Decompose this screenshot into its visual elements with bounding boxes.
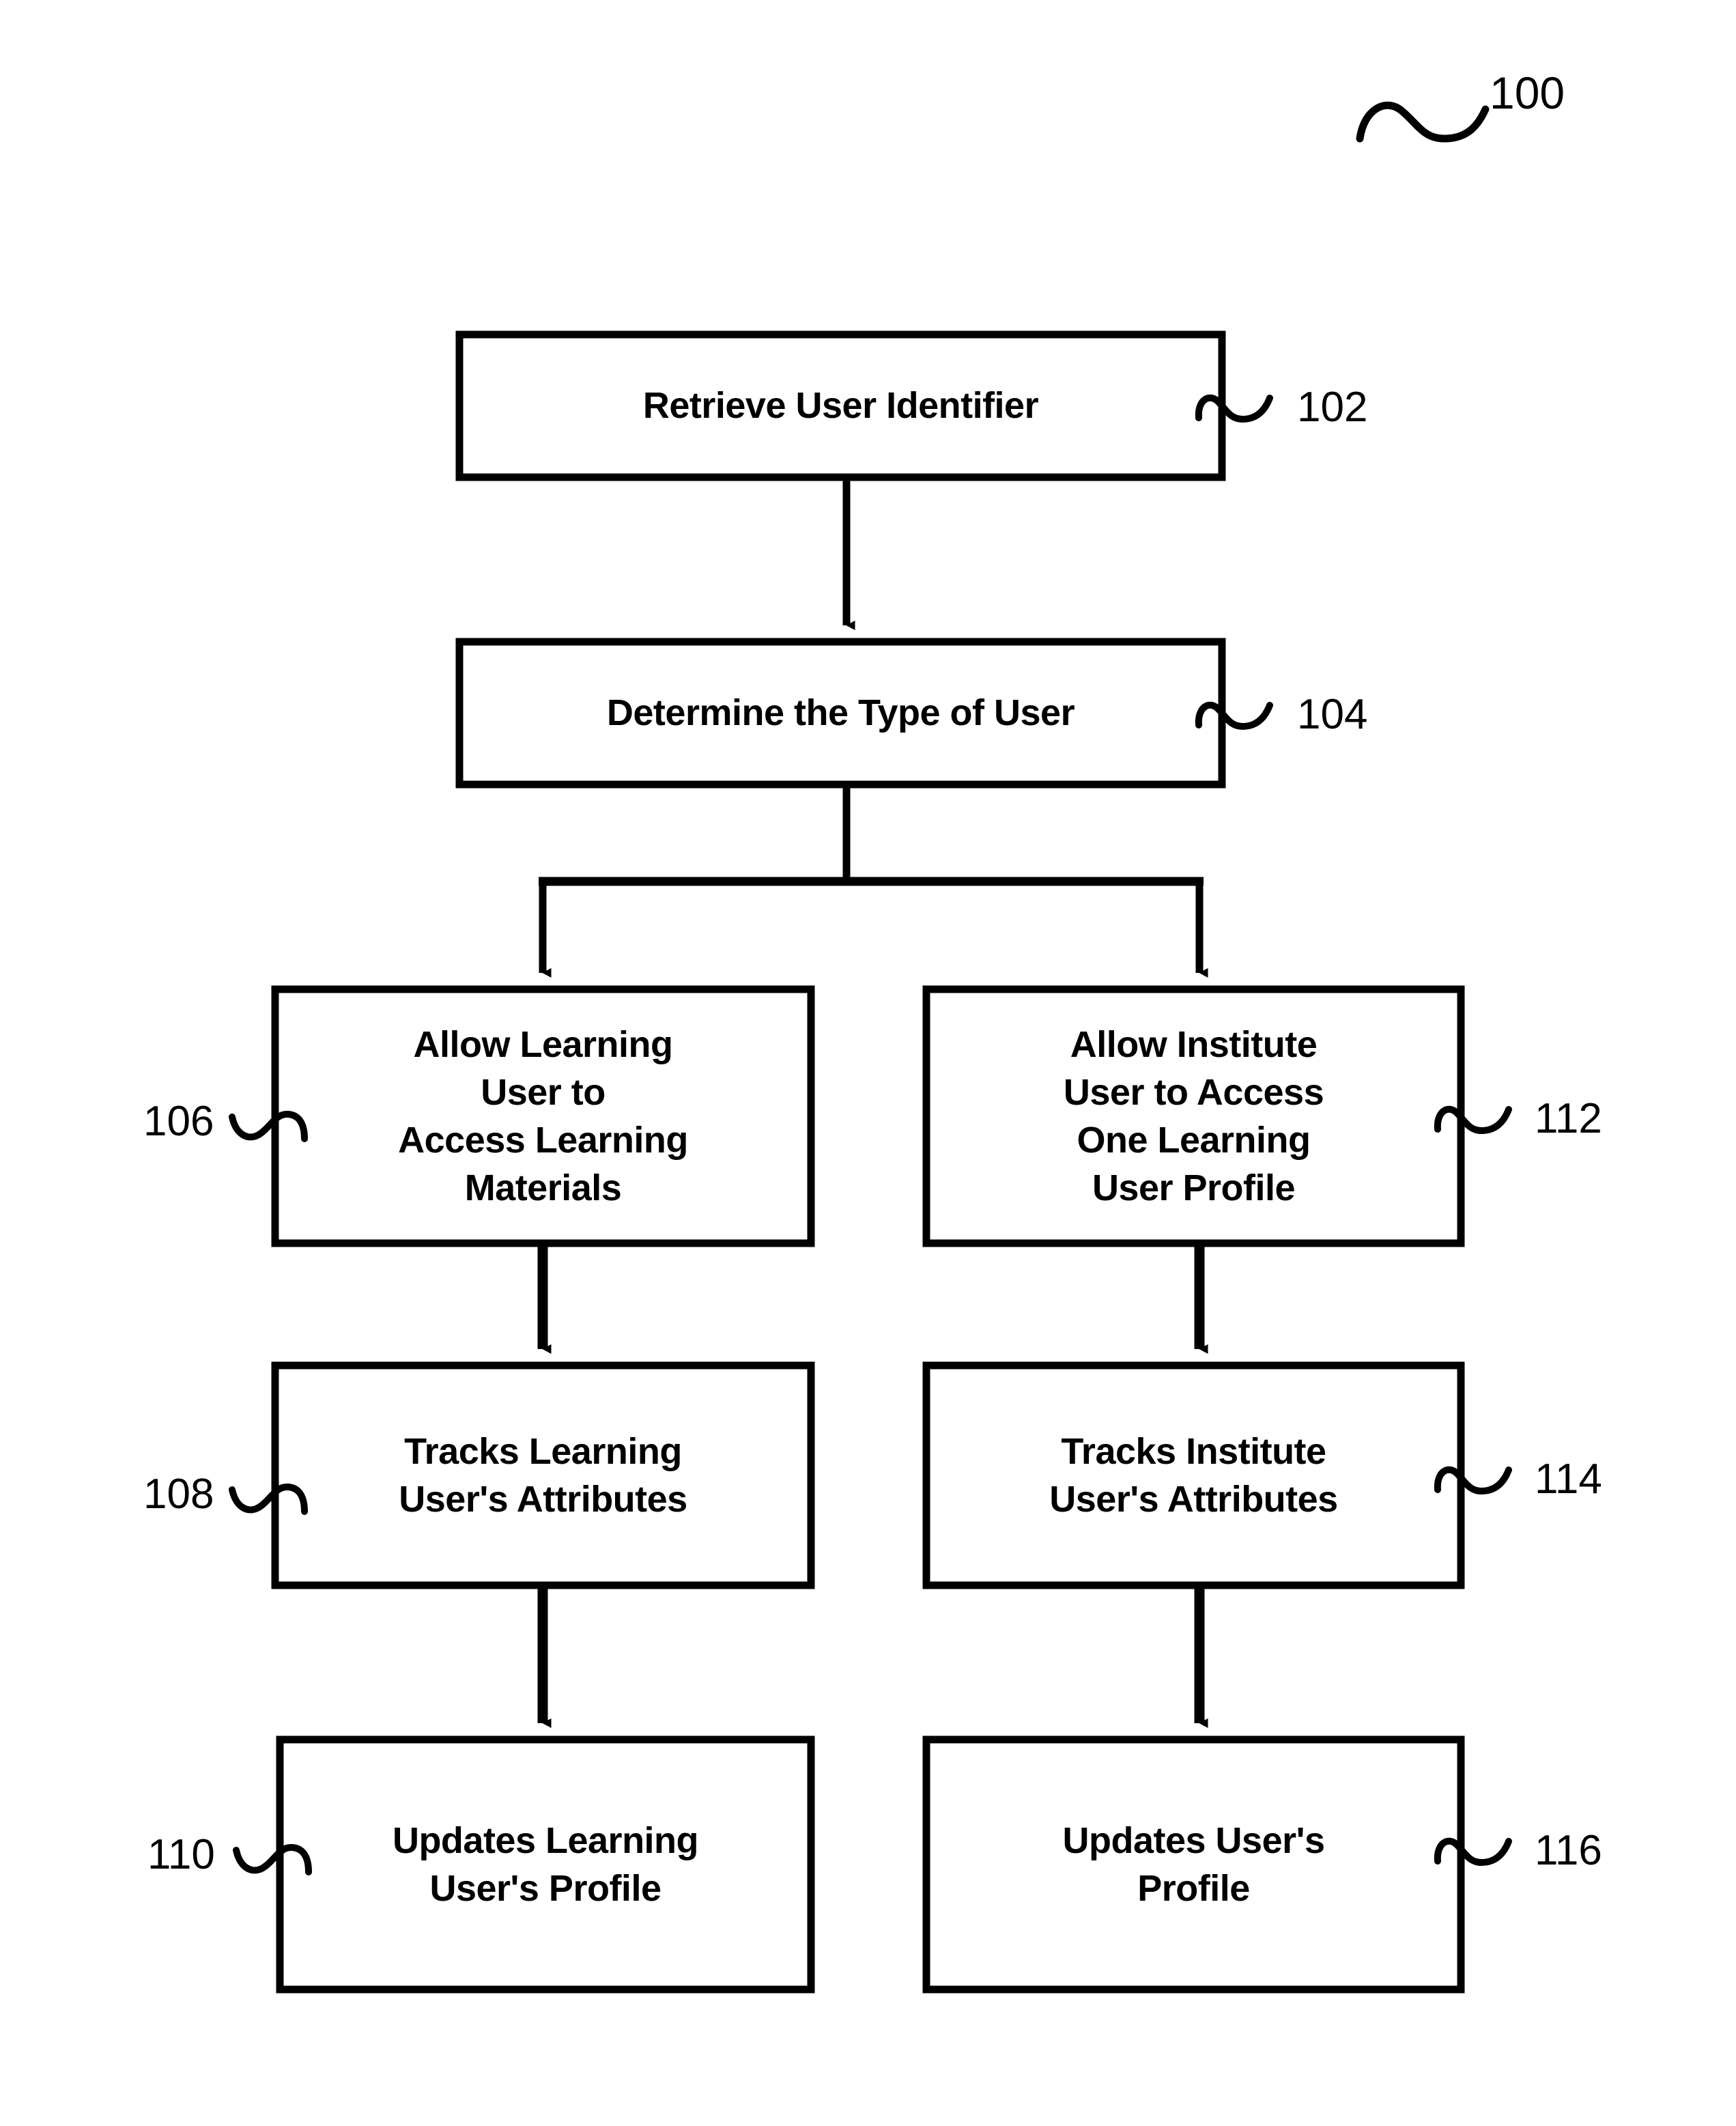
figure-number-leader (1356, 101, 1490, 143)
ref-number-104: 104 (1297, 691, 1368, 738)
node-box-step-102 (455, 330, 1226, 481)
ref-number-116: 116 (1535, 1827, 1602, 1874)
ref-number-110: 110 (147, 1831, 215, 1878)
ref-number-114: 114 (1535, 1456, 1602, 1503)
flowchart-canvas (229, 101, 1512, 1994)
ref-number-112: 112 (1535, 1095, 1602, 1142)
node-box-step-106 (271, 985, 815, 1247)
ref-number-106: 106 (143, 1098, 214, 1145)
ref-number-102: 102 (1297, 384, 1368, 431)
node-box-step-104 (455, 638, 1226, 789)
node-box-step-112 (922, 985, 1465, 1247)
node-box-step-114 (922, 1361, 1465, 1589)
edge-104-split (539, 784, 1204, 886)
ref-number-108: 108 (143, 1471, 214, 1518)
figure-number: 100 (1490, 68, 1565, 118)
patent-figure: 100 Retrieve User Identifier Determine t… (0, 0, 1736, 2126)
node-box-step-116 (922, 1735, 1465, 1994)
node-box-step-108 (271, 1361, 815, 1589)
node-box-step-110 (276, 1735, 815, 1994)
